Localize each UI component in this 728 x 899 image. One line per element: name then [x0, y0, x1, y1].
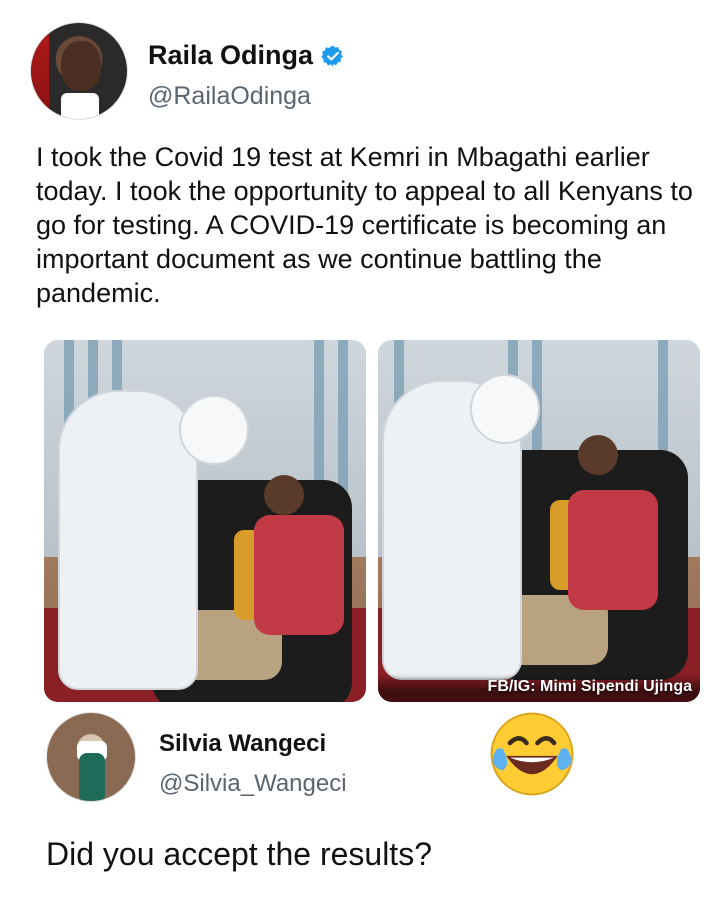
photo-covid-test-left[interactable]	[44, 340, 366, 702]
avatar-shirt	[61, 93, 99, 119]
seated-person-head	[578, 435, 618, 475]
tweet-text: I took the Covid 19 test at Kemri in Mba…	[36, 142, 693, 308]
seated-person-vest	[254, 515, 344, 635]
avatar-flag-background	[31, 23, 49, 119]
reply-author-avatar[interactable]	[46, 712, 136, 802]
seated-person-vest	[568, 490, 658, 610]
seated-person-head	[264, 475, 304, 515]
reply-avatar-dress	[79, 753, 105, 801]
photo-caption: FB/IG: Mimi Sipendi Ujinga	[378, 674, 700, 702]
health-worker-hood	[470, 374, 540, 444]
author-name-row[interactable]: Raila Odinga	[148, 40, 345, 71]
avatar-face	[61, 41, 101, 91]
reply-author-display-name[interactable]: Silvia Wangeci	[159, 730, 326, 758]
health-worker-hood	[179, 395, 249, 465]
laughing-crying-emoji-icon	[490, 712, 574, 796]
author-display-name[interactable]: Raila Odinga	[148, 40, 313, 71]
tweet-header: Raila Odinga @RailaOdinga	[30, 22, 690, 132]
reply-text: Did you accept the results?	[46, 836, 432, 872]
author-handle[interactable]: @RailaOdinga	[148, 82, 311, 111]
reply-author-handle[interactable]: @Silvia_Wangeci	[159, 770, 347, 798]
verified-badge-icon	[321, 45, 343, 66]
health-worker-ppe-suit	[58, 390, 198, 690]
photo-covid-test-right[interactable]: FB/IG: Mimi Sipendi Ujinga	[378, 340, 700, 702]
author-avatar[interactable]	[30, 22, 128, 120]
photo-caption-text: FB/IG: Mimi Sipendi Ujinga	[487, 678, 692, 695]
